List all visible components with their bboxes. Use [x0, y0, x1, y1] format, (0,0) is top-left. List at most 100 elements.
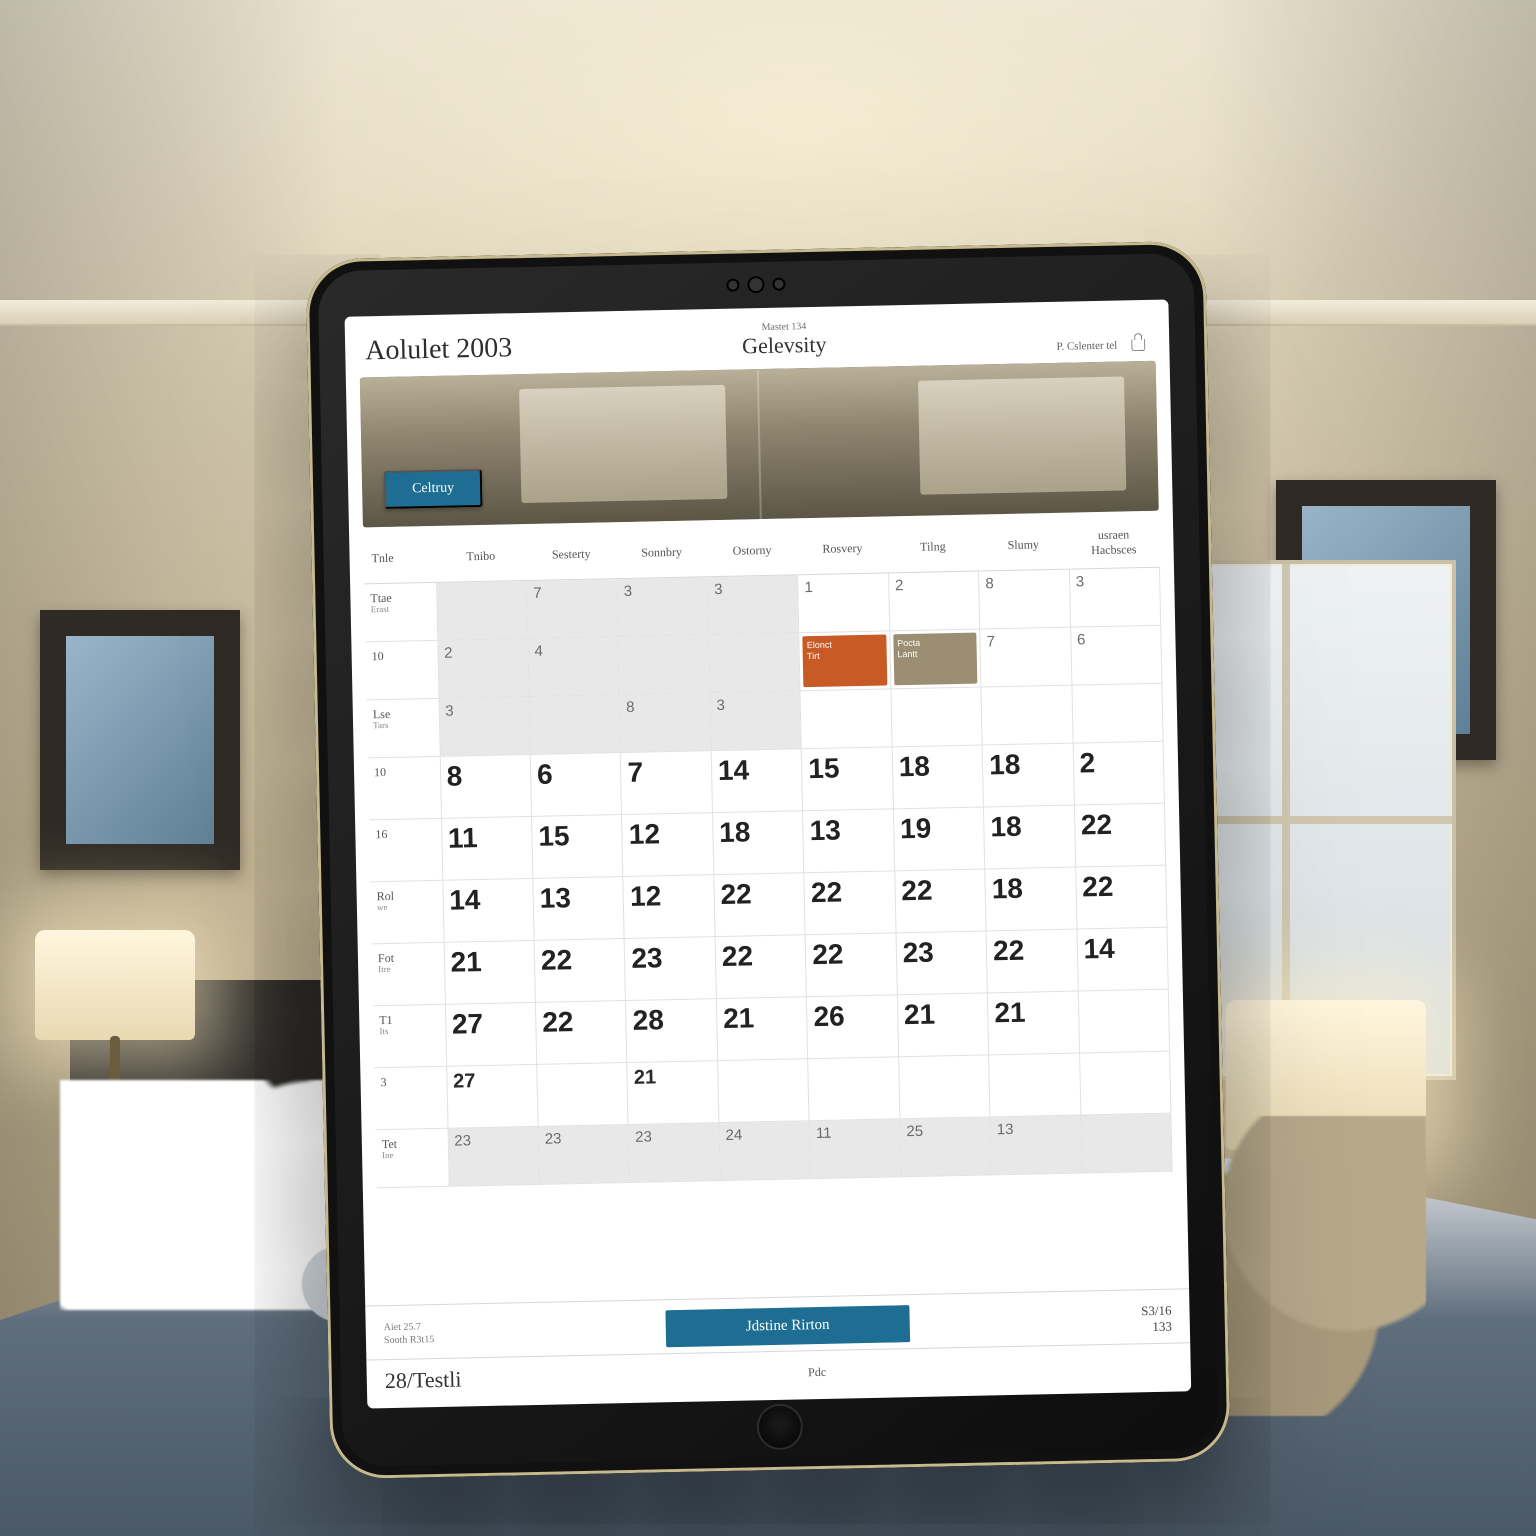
calendar-cell[interactable]: 21: [987, 991, 1079, 1055]
calendar-cell[interactable]: ElonctTirt: [799, 631, 891, 691]
calendar-cell[interactable]: 22: [894, 869, 986, 933]
calendar-cell[interactable]: 24: [719, 1121, 811, 1181]
calendar-cell[interactable]: 22: [986, 929, 1078, 993]
calendar-cell[interactable]: 12: [623, 875, 715, 939]
calendar-cell[interactable]: 13: [990, 1115, 1082, 1175]
calendar-cell[interactable]: [808, 1057, 900, 1121]
calendar-cell[interactable]: 14: [442, 878, 534, 942]
calendar-cell[interactable]: 27: [446, 1064, 538, 1128]
calendar-cell[interactable]: 6: [530, 753, 622, 817]
date-number: 18: [991, 873, 1023, 905]
row-label: TetIne: [376, 1128, 449, 1187]
calendar-cell[interactable]: [709, 633, 801, 693]
date-number: 4: [534, 643, 543, 660]
calendar-cell[interactable]: 22: [714, 873, 806, 937]
calendar-cell[interactable]: 22: [804, 871, 896, 935]
page-title: Aolulet 2003: [365, 332, 513, 367]
calendar-cell[interactable]: [898, 1055, 990, 1119]
cart-icon[interactable]: [1131, 338, 1149, 351]
calendar-cell[interactable]: 8: [619, 693, 711, 753]
calendar-event[interactable]: ElonctTirt: [803, 634, 887, 687]
date-number: 6: [537, 758, 553, 789]
footer2-center[interactable]: Pdc: [808, 1364, 826, 1379]
calendar-cell[interactable]: [529, 695, 621, 755]
calendar-cell[interactable]: 2: [888, 571, 980, 631]
calendar-cell[interactable]: 18: [985, 867, 1077, 931]
calendar-event[interactable]: PoctaLantt: [893, 633, 977, 686]
calendar-cell[interactable]: 6: [1070, 625, 1162, 685]
calendar-cell[interactable]: 23: [896, 931, 988, 995]
calendar-cell[interactable]: 26: [807, 995, 899, 1059]
calendar-cell[interactable]: [989, 1053, 1081, 1117]
calendar-cell[interactable]: 15: [801, 747, 893, 811]
calendar-cell[interactable]: 2: [1073, 741, 1165, 805]
calendar-cell[interactable]: 7: [527, 579, 619, 639]
calendar-cell[interactable]: 13: [803, 809, 895, 873]
calendar-cell[interactable]: 7: [980, 627, 1072, 687]
calendar-cell[interactable]: 21: [444, 940, 536, 1004]
calendar-cell[interactable]: 22: [715, 935, 807, 999]
calendar-cell[interactable]: PoctaLantt: [889, 629, 981, 689]
calendar-cell[interactable]: 3: [439, 696, 531, 756]
calendar-cell[interactable]: 18: [984, 805, 1076, 869]
calendar-cell[interactable]: 28: [626, 999, 718, 1063]
calendar-cell[interactable]: 22: [1075, 865, 1167, 929]
date-number: 13: [809, 814, 841, 846]
calendar-cell[interactable]: 1: [798, 573, 890, 633]
calendar-cell[interactable]: 18: [982, 743, 1074, 807]
date-number: 8: [626, 699, 635, 716]
calendar-cell[interactable]: 4: [528, 637, 620, 697]
calendar-cell[interactable]: 23: [624, 937, 716, 1001]
calendar-cell[interactable]: 7: [621, 751, 713, 815]
calendar-cell[interactable]: [1078, 989, 1170, 1053]
calendar-cell[interactable]: 25: [900, 1117, 992, 1177]
calendar-cell[interactable]: 14: [711, 749, 803, 813]
calendar-cell[interactable]: 22: [1074, 803, 1166, 867]
calendar-cell[interactable]: 23: [538, 1124, 630, 1184]
date-number: 28: [632, 1004, 664, 1036]
calendar-cell[interactable]: 8: [440, 754, 532, 818]
calendar-cell[interactable]: [1071, 683, 1163, 743]
header-link[interactable]: P. Cslenter tel: [1056, 340, 1117, 353]
calendar-cell[interactable]: 22: [535, 1001, 627, 1065]
calendar-cell[interactable]: [981, 685, 1073, 745]
date-number: 2: [1079, 747, 1095, 778]
date-number: 21: [994, 997, 1026, 1029]
hero-gallery[interactable]: Celtruy: [360, 361, 1159, 528]
calendar-cell[interactable]: 19: [893, 807, 985, 871]
calendar-cell[interactable]: 22: [805, 933, 897, 997]
calendar-cell[interactable]: 27: [445, 1002, 537, 1066]
reserve-button[interactable]: Jdstine Rirton: [666, 1305, 910, 1347]
date-number: 11: [816, 1125, 832, 1142]
calendar-cell[interactable]: 18: [712, 811, 804, 875]
home-button[interactable]: [756, 1403, 803, 1450]
calendar-cell[interactable]: 21: [627, 1061, 719, 1125]
calendar-cell[interactable]: 3: [617, 577, 709, 637]
calendar-cell[interactable]: 21: [897, 993, 989, 1057]
calendar-cell[interactable]: 11: [441, 816, 533, 880]
calendar-cell[interactable]: 12: [622, 813, 714, 877]
calendar-cell[interactable]: [891, 687, 983, 747]
calendar-cell[interactable]: [1079, 1051, 1171, 1115]
calendar-cell[interactable]: 15: [531, 815, 623, 879]
calendar-cell[interactable]: 3: [1069, 567, 1161, 627]
calendar-cell[interactable]: [537, 1062, 629, 1126]
calendar-cell[interactable]: 11: [809, 1119, 901, 1179]
calendar-cell[interactable]: [436, 580, 528, 640]
calendar-cell[interactable]: 23: [448, 1126, 540, 1186]
calendar-cell[interactable]: [800, 689, 892, 749]
calendar-cell[interactable]: 14: [1077, 927, 1169, 991]
calendar-cell[interactable]: 23: [628, 1123, 720, 1183]
calendar-cell[interactable]: 13: [533, 877, 625, 941]
calendar-cell[interactable]: 18: [892, 745, 984, 809]
calendar-cell[interactable]: 3: [710, 691, 802, 751]
calendar-cell[interactable]: 3: [707, 575, 799, 635]
hero-cta-button[interactable]: Celtruy: [384, 469, 483, 509]
calendar-cell[interactable]: 2: [437, 638, 529, 698]
calendar-cell[interactable]: [1080, 1113, 1172, 1173]
calendar-cell[interactable]: 8: [979, 569, 1071, 629]
calendar-cell[interactable]: 22: [534, 939, 626, 1003]
calendar-cell[interactable]: [618, 635, 710, 695]
calendar-cell[interactable]: [718, 1059, 810, 1123]
calendar-cell[interactable]: 21: [716, 997, 808, 1061]
